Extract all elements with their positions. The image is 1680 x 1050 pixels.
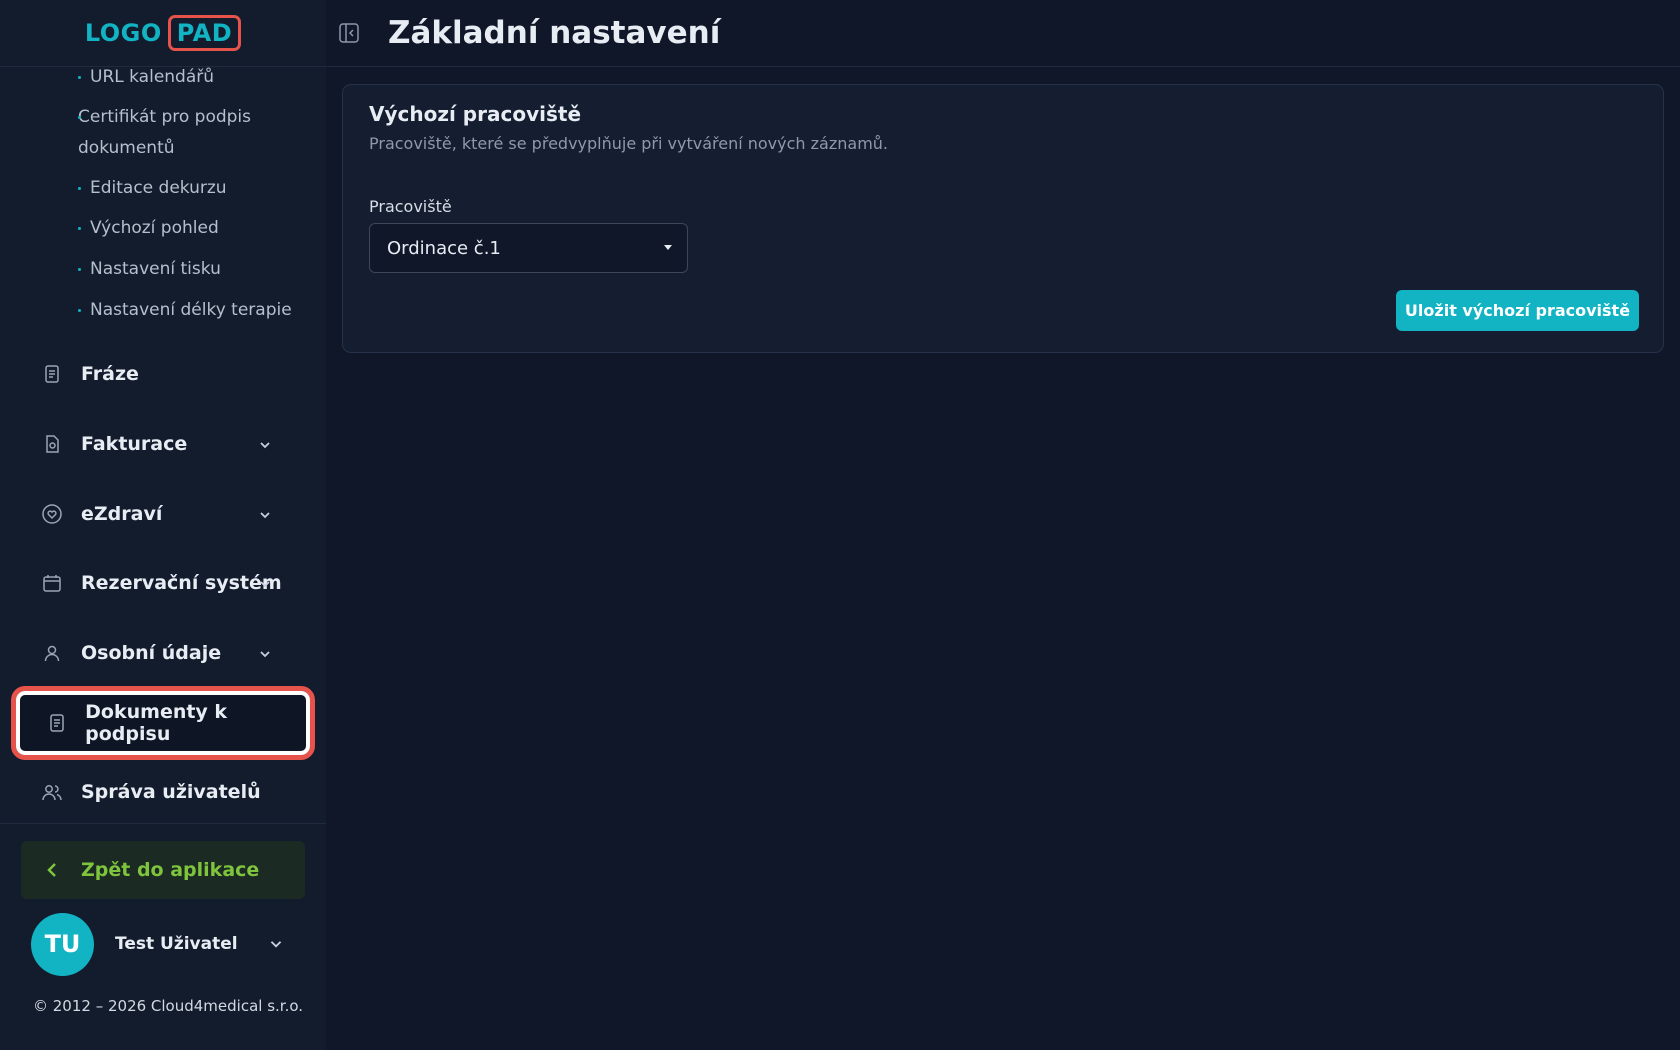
sidebar-subitem-default-view[interactable]: Výchozí pohled <box>0 213 326 244</box>
sidebar-subitem-label: Editace dekurzu <box>90 178 227 198</box>
invoice-icon <box>41 433 63 455</box>
bullet-dot <box>78 227 81 230</box>
sidebar-item-label: Osobní údaje <box>81 642 222 664</box>
save-default-workplace-button[interactable]: Uložit výchozí pracoviště <box>1396 290 1639 331</box>
sidebar-toggle-icon[interactable] <box>336 20 362 46</box>
chevron-down-icon <box>268 936 284 952</box>
heart-icon <box>41 503 63 525</box>
chevron-left-icon <box>45 861 59 879</box>
sidebar-subitem-signing-certificate[interactable]: Certifikát pro podpis dokumentů <box>0 102 326 164</box>
sidebar-item-label: Fakturace <box>81 433 188 455</box>
app: LOGO PAD URL kalendářů Certifikát pro po… <box>0 0 1680 1050</box>
back-to-app-label: Zpět do aplikace <box>81 859 260 881</box>
main-content: Základní nastavení Výchozí pracoviště Pr… <box>326 0 1680 1050</box>
default-workplace-card: Výchozí pracoviště Pracoviště, které se … <box>342 84 1664 353</box>
avatar: TU <box>31 912 94 976</box>
user-name: Test Uživatel <box>115 934 238 954</box>
workplace-select-value: Ordinace č.1 <box>387 237 501 259</box>
chevron-down-icon <box>258 574 272 596</box>
sidebar-subitem-label: Výchozí pohled <box>90 218 219 238</box>
sidebar-item-phrases[interactable]: Fráze <box>20 346 306 402</box>
document-icon <box>46 712 67 734</box>
bullet-dot <box>78 76 81 79</box>
users-icon <box>41 781 63 803</box>
back-to-app-button[interactable]: Zpět do aplikace <box>21 841 305 899</box>
bullet-dot <box>78 309 81 312</box>
logo[interactable]: LOGO PAD <box>84 15 242 51</box>
sidebar-item-user-management[interactable]: Správa uživatelů <box>20 764 306 820</box>
workplace-select[interactable]: Ordinace č.1 <box>369 223 688 273</box>
sidebar-subitem-print-settings[interactable]: Nastavení tisku <box>0 254 326 285</box>
sidebar-item-label: Dokumenty k podpisu <box>85 701 228 745</box>
sidebar-subitem-label: URL kalendářů <box>90 67 215 87</box>
card-title: Výchozí pracoviště <box>369 102 582 126</box>
bullet-dot <box>78 116 81 119</box>
page-title: Základní nastavení <box>388 15 721 51</box>
logo-text-right: PAD <box>167 15 242 51</box>
sidebar-subitem-therapy-length[interactable]: Nastavení délky terapie <box>0 295 326 326</box>
bullet-dot <box>78 268 81 271</box>
sidebar-item-invoicing[interactable]: Fakturace <box>20 416 306 472</box>
workplace-field-label: Pracoviště <box>369 197 452 216</box>
sidebar-item-label: eZdraví <box>81 503 163 525</box>
sidebar-item-reservation-system[interactable]: Rezervační systém <box>20 555 306 611</box>
user-menu[interactable]: TU Test Uživatel <box>31 912 301 976</box>
chevron-down-icon <box>258 435 272 457</box>
sidebar-item-label: Rezervační systém <box>81 572 282 594</box>
chevron-down-icon <box>258 644 272 666</box>
bullet-dot <box>78 187 81 190</box>
sidebar-item-ezdravi[interactable]: eZdraví <box>20 486 306 542</box>
sidebar: LOGO PAD URL kalendářů Certifikát pro po… <box>0 0 326 1050</box>
user-icon <box>41 642 63 664</box>
sidebar-subitem-edit-record[interactable]: Editace dekurzu <box>0 173 326 204</box>
logo-row: LOGO PAD <box>0 0 326 67</box>
card-description: Pracoviště, které se předvyplňuje při vy… <box>369 134 888 153</box>
sidebar-divider <box>0 823 326 824</box>
document-icon <box>41 363 63 385</box>
sidebar-subitem-label: Nastavení tisku <box>90 259 221 279</box>
sidebar-item-label: Správa uživatelů <box>81 781 261 803</box>
caret-down-icon <box>664 245 672 250</box>
sidebar-item-documents-to-sign[interactable]: Dokumenty k podpisu <box>11 686 315 760</box>
sidebar-item-label: Fráze <box>81 363 139 385</box>
topbar: Základní nastavení <box>326 0 1680 67</box>
copyright: © 2012 – 2026 Cloud4medical s.r.o. <box>33 997 304 1015</box>
sidebar-subitem-label: Nastavení délky terapie <box>90 300 292 320</box>
sidebar-subitem-url-calendars[interactable]: URL kalendářů <box>0 62 326 93</box>
logo-text-left: LOGO <box>84 19 162 47</box>
sidebar-item-personal-data[interactable]: Osobní údaje <box>20 625 306 681</box>
sidebar-subitem-label: Certifikát pro podpis dokumentů <box>78 107 252 158</box>
calendar-icon <box>41 572 63 594</box>
chevron-down-icon <box>258 505 272 527</box>
